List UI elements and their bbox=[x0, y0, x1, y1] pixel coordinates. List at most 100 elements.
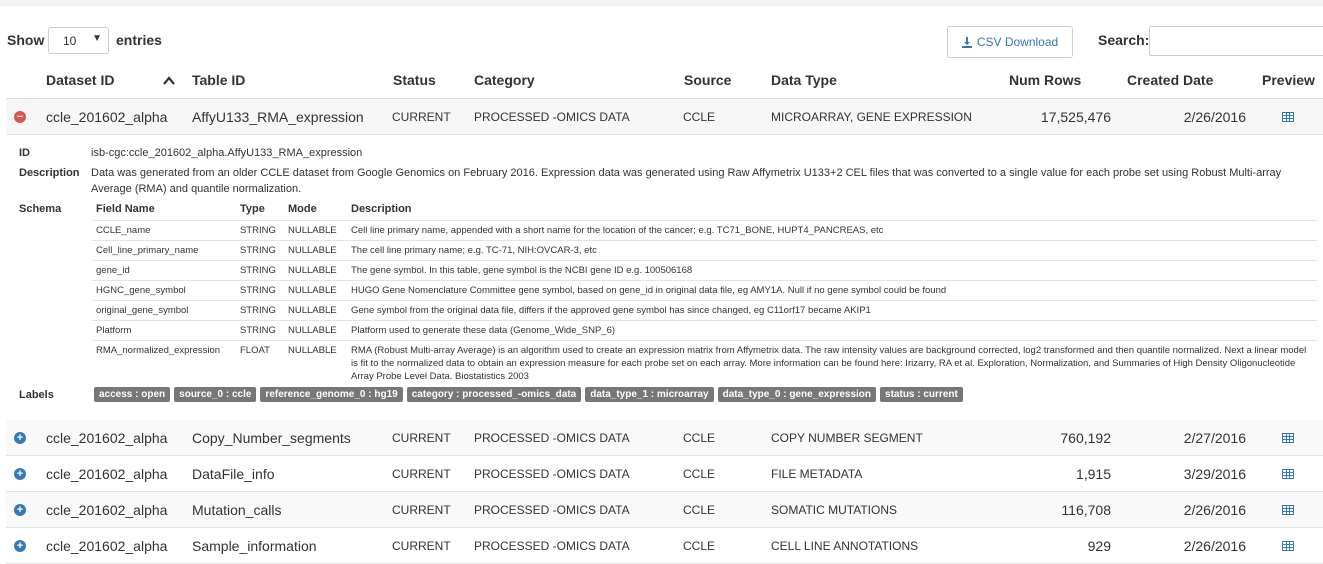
cell-dataset: ccle_201602_alpha bbox=[46, 466, 168, 482]
schema-mode: NULLABLE bbox=[284, 280, 347, 301]
cell-category: PROCESSED -OMICS DATA bbox=[474, 467, 630, 481]
col-header-data-type[interactable]: Data Type bbox=[771, 72, 837, 88]
label-tag: data_type_0 : gene_expression bbox=[717, 387, 877, 402]
cell-status: CURRENT bbox=[392, 539, 451, 553]
schema-mode: NULLABLE bbox=[284, 260, 347, 281]
detail-schema-label: Schema bbox=[19, 203, 62, 215]
col-header-num-rows[interactable]: Num Rows bbox=[1009, 72, 1081, 88]
schema-type: STRING bbox=[236, 300, 284, 321]
cell-table: AffyU133_RMA_expression bbox=[192, 109, 364, 125]
table-preview-icon[interactable] bbox=[1282, 541, 1294, 551]
cell-source: CCLE bbox=[683, 503, 716, 517]
cell-table: Mutation_calls bbox=[192, 502, 282, 518]
cell-table: Copy_Number_segments bbox=[192, 430, 351, 446]
csv-download-button[interactable]: CSV Download bbox=[947, 26, 1073, 58]
col-header-source[interactable]: Source bbox=[684, 72, 731, 88]
schema-description: Platform used to generate these data (Ge… bbox=[347, 320, 1317, 341]
schema-row: CCLE_name STRING NULLABLE Cell line prim… bbox=[92, 220, 1317, 241]
label-tag: category : processed_-omics_data bbox=[406, 387, 582, 402]
schema-row: gene_id STRING NULLABLE The gene symbol.… bbox=[92, 260, 1317, 281]
expand-icon[interactable]: + bbox=[14, 504, 26, 516]
schema-description: Cell line primary name, appended with a … bbox=[347, 220, 1317, 241]
cell-dataset: ccle_201602_alpha bbox=[46, 430, 168, 446]
schema-mode: NULLABLE bbox=[284, 220, 347, 241]
cell-source: CCLE bbox=[683, 539, 716, 553]
schema-description: The cell line primary name; e.g. TC-71, … bbox=[347, 240, 1317, 261]
schema-field: HGNC_gene_symbol bbox=[92, 280, 236, 301]
csv-download-label: CSV Download bbox=[976, 35, 1059, 49]
schema-type: FLOAT bbox=[236, 340, 284, 386]
cell-created: 2/27/2016 bbox=[1183, 430, 1246, 446]
label-tag: data_type_1 : microarray bbox=[585, 387, 714, 402]
cell-created: 2/26/2016 bbox=[1183, 538, 1246, 554]
schema-field: gene_id bbox=[92, 260, 236, 281]
table-row[interactable]: + ccle_201602_alpha Copy_Number_segments… bbox=[6, 420, 1323, 456]
schema-type: STRING bbox=[236, 260, 284, 281]
expand-icon[interactable]: + bbox=[14, 432, 26, 444]
table-row[interactable]: − ccle_201602_alpha AffyU133_RMA_express… bbox=[6, 99, 1323, 135]
schema-description: The gene symbol. In this table, gene sym… bbox=[347, 260, 1317, 281]
cell-dataset: ccle_201602_alpha bbox=[46, 502, 168, 518]
cell-source: CCLE bbox=[683, 110, 716, 124]
cell-category: PROCESSED -OMICS DATA bbox=[474, 539, 630, 553]
schema-description: Gene symbol from the original data file,… bbox=[347, 300, 1317, 321]
schema-table: Field Name Type Mode Description CCLE_na… bbox=[92, 201, 1317, 386]
label-tags: access : open source_0 : ccle reference_… bbox=[94, 387, 963, 402]
cell-category: PROCESSED -OMICS DATA bbox=[474, 110, 630, 124]
entries-label: entries bbox=[116, 32, 162, 48]
cell-dataset: ccle_201602_alpha bbox=[46, 109, 168, 125]
cell-data-type: FILE METADATA bbox=[771, 467, 863, 481]
col-header-created-date[interactable]: Created Date bbox=[1127, 72, 1213, 88]
schema-mode: NULLABLE bbox=[284, 320, 347, 341]
schema-row: HGNC_gene_symbol STRING NULLABLE HUGO Ge… bbox=[92, 280, 1317, 301]
expand-icon[interactable]: + bbox=[14, 468, 26, 480]
cell-data-type: COPY NUMBER SEGMENT bbox=[771, 431, 923, 445]
expand-icon[interactable]: + bbox=[14, 540, 26, 552]
schema-row: RMA_normalized_expression FLOAT NULLABLE… bbox=[92, 340, 1317, 386]
schema-row: Cell_line_primary_name STRING NULLABLE T… bbox=[92, 240, 1317, 261]
schema-row: Platform STRING NULLABLE Platform used t… bbox=[92, 320, 1317, 341]
schema-mode: NULLABLE bbox=[284, 300, 347, 321]
schema-mode: NULLABLE bbox=[284, 340, 347, 386]
label-tag: status : current bbox=[880, 387, 963, 402]
schema-header-description: Description bbox=[351, 203, 412, 215]
schema-description: HUGO Gene Nomenclature Committee gene sy… bbox=[347, 280, 1317, 301]
table-row[interactable]: + ccle_201602_alpha DataFile_info CURREN… bbox=[6, 456, 1323, 492]
table-preview-icon[interactable] bbox=[1282, 469, 1294, 479]
cell-data-type: SOMATIC MUTATIONS bbox=[771, 503, 897, 517]
cell-created: 2/26/2016 bbox=[1183, 502, 1246, 518]
cell-category: PROCESSED -OMICS DATA bbox=[474, 431, 630, 445]
table-preview-icon[interactable] bbox=[1282, 505, 1294, 515]
cell-table: Sample_information bbox=[192, 538, 317, 554]
schema-type: STRING bbox=[236, 240, 284, 261]
col-header-status[interactable]: Status bbox=[393, 72, 436, 88]
schema-field: Cell_line_primary_name bbox=[92, 240, 236, 261]
table-preview-icon[interactable] bbox=[1282, 112, 1294, 122]
table-row[interactable]: + ccle_201602_alpha Mutation_calls CURRE… bbox=[6, 492, 1323, 528]
label-tag: access : open bbox=[94, 387, 171, 402]
cell-num-rows: 116,708 bbox=[1061, 502, 1111, 518]
schema-field: CCLE_name bbox=[92, 220, 236, 241]
entries-select[interactable]: 10 ▼ bbox=[48, 27, 109, 54]
label-tag: source_0 : ccle bbox=[174, 387, 257, 402]
table-row[interactable]: + ccle_201602_alpha Sample_information C… bbox=[6, 528, 1323, 564]
cell-dataset: ccle_201602_alpha bbox=[46, 538, 168, 554]
show-label: Show bbox=[7, 32, 45, 48]
col-header-table-id[interactable]: Table ID bbox=[192, 72, 245, 88]
detail-id-label: ID bbox=[19, 147, 30, 159]
download-icon bbox=[961, 36, 972, 48]
entries-value: 10 bbox=[63, 34, 77, 48]
schema-field: original_gene_symbol bbox=[92, 300, 236, 321]
sort-ascending-icon[interactable] bbox=[163, 76, 175, 85]
top-bar bbox=[0, 0, 1323, 6]
schema-header-mode: Mode bbox=[288, 203, 317, 215]
collapse-icon[interactable]: − bbox=[14, 111, 26, 123]
table-preview-icon[interactable] bbox=[1282, 433, 1294, 443]
cell-status: CURRENT bbox=[392, 110, 451, 124]
cell-source: CCLE bbox=[683, 431, 716, 445]
col-header-dataset-id[interactable]: Dataset ID bbox=[46, 72, 114, 88]
col-header-category[interactable]: Category bbox=[474, 72, 535, 88]
cell-num-rows: 1,915 bbox=[1075, 466, 1111, 482]
cell-data-type: CELL LINE ANNOTATIONS bbox=[771, 539, 919, 553]
search-input[interactable] bbox=[1149, 26, 1323, 56]
